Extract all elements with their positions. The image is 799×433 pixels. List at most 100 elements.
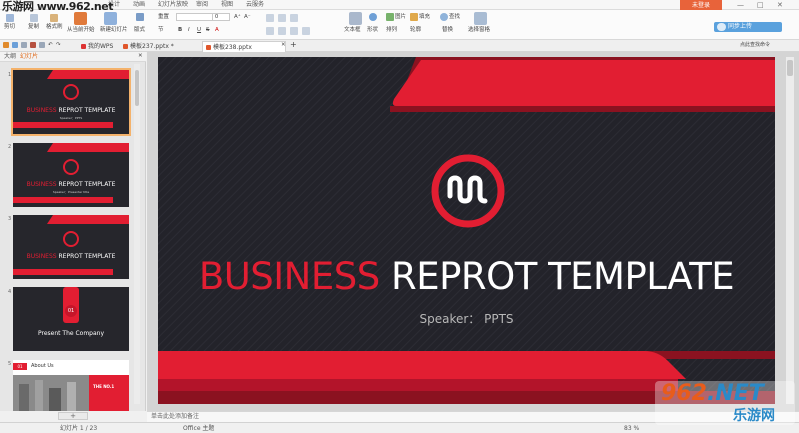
grow-font-icon[interactable]: A⁺	[234, 14, 241, 21]
close-tab-icon[interactable]: ✕	[281, 42, 286, 49]
thumb-number: 2	[8, 144, 12, 150]
thumb-3-title-red: BUSINESS	[26, 253, 57, 260]
sync-upload-button[interactable]: 同步上传	[714, 22, 782, 32]
selection-pane-icon[interactable]	[474, 12, 487, 25]
tab-my-wps-label: 我的WPS	[88, 43, 114, 50]
minimize-icon[interactable]: —	[737, 0, 744, 10]
cloud-icon	[717, 23, 726, 31]
site-watermark: 乐游网 www.962.net	[2, 0, 113, 13]
font-color-button[interactable]: A	[215, 27, 219, 34]
tab-my-wps[interactable]: 我的WPS	[78, 41, 113, 52]
strike-button[interactable]: S	[206, 27, 210, 34]
thumbnail-scrollbar[interactable]	[134, 64, 140, 404]
redo-icon[interactable]: ↷	[56, 42, 61, 49]
ribbon-toolbar: 剪切 复制 格式刷 从当前开始 新建幻灯片 版式 重置 节 0 A⁺ A⁻ B …	[0, 10, 799, 40]
watermark-logo-top: 962.NET	[661, 381, 764, 406]
thumbnail-scroll-thumb[interactable]	[135, 70, 139, 106]
thumb-3-graphic	[13, 215, 129, 275]
pptx-icon	[206, 45, 211, 50]
new-slide-label[interactable]: 新建幻灯片	[100, 27, 128, 34]
command-search-hint[interactable]: 点此查找命令	[740, 42, 770, 49]
export-pdf-icon[interactable]	[30, 42, 36, 48]
thumb-2-title-white: REPROT TEMPLATE	[58, 181, 116, 188]
menu-bar: 乐游网 www.962.net 设计 动画 幻灯片放映 审阅 视图 云服务 未登…	[0, 0, 799, 13]
slide-thumb-1[interactable]: BUSINESS REPROT TEMPLATE Speaker：PPTS	[11, 68, 131, 136]
zoom-level[interactable]: 83 %	[624, 424, 639, 433]
slide-thumb-3[interactable]: BUSINESS REPROT TEMPLATE	[13, 215, 129, 279]
open-file-icon[interactable]	[3, 42, 9, 48]
shapes-label[interactable]: 形状	[367, 27, 378, 34]
tab-doc-238[interactable]: 模板238.pptx	[202, 41, 286, 52]
align-center-icon[interactable]	[278, 27, 286, 35]
fill-icon[interactable]	[410, 13, 418, 21]
thumb-1-title: BUSINESS REPROT TEMPLATE	[13, 107, 129, 114]
tab-outline[interactable]: 大纲	[4, 53, 16, 61]
textbox-icon[interactable]	[349, 12, 362, 25]
line-spacing-icon[interactable]	[302, 27, 310, 35]
close-panel-icon[interactable]: ✕	[138, 53, 143, 60]
picture-label[interactable]: 图片	[395, 14, 406, 21]
theme-name: Office 主题	[183, 425, 215, 432]
cut-icon[interactable]	[6, 14, 14, 22]
numbering-icon[interactable]	[278, 14, 286, 22]
tab-doc-237[interactable]: 模板237.pptx *	[120, 41, 200, 52]
bullets-icon[interactable]	[266, 14, 274, 22]
align-left-icon[interactable]	[266, 27, 274, 35]
layout-icon[interactable]	[136, 13, 144, 21]
underline-button[interactable]: U	[197, 27, 201, 34]
textbox-label[interactable]: 文本框	[344, 27, 361, 34]
outline-label[interactable]: 轮廓	[410, 27, 421, 34]
watermark-962: 962	[661, 381, 707, 406]
canvas-scrollbar[interactable]	[786, 57, 794, 404]
thumb-1-title-red: BUSINESS	[26, 107, 57, 114]
slide-thumb-5[interactable]: 01 About Us THE NO.1	[13, 360, 129, 411]
selection-pane-label[interactable]: 选择窗格	[468, 27, 490, 34]
picture-icon[interactable]	[386, 13, 394, 21]
close-icon[interactable]: ✕	[777, 0, 783, 10]
layout-label[interactable]: 版式	[134, 27, 145, 34]
slide-title[interactable]: BUSINESS REPROT TEMPLATE	[158, 255, 775, 298]
menu-review[interactable]: 审阅	[196, 1, 208, 9]
shapes-icon[interactable]	[369, 13, 377, 21]
menu-slideshow[interactable]: 幻灯片放映	[158, 1, 188, 9]
arrange-label[interactable]: 排列	[386, 27, 397, 34]
thumb-number: 5	[8, 361, 12, 367]
indent-icon[interactable]	[290, 14, 298, 22]
slide-thumb-4[interactable]: 01 Present The Company	[13, 287, 129, 351]
shrink-font-icon[interactable]: A⁻	[244, 14, 251, 21]
slide-graphic	[158, 57, 775, 404]
replace-label[interactable]: 替换	[442, 27, 453, 34]
slide-thumb-2[interactable]: BUSINESS REPROT TEMPLATE Speaker：Present…	[13, 143, 129, 207]
thumb-4-label: Present The Company	[37, 330, 105, 337]
sync-upload-label: 同步上传	[728, 23, 753, 30]
fill-label[interactable]: 填充	[419, 14, 430, 21]
copy-label: 复制	[28, 24, 40, 30]
menu-animation[interactable]: 动画	[133, 1, 145, 9]
play-from-current-label[interactable]: 从当前开始	[67, 27, 95, 34]
slide-speaker[interactable]: Speaker： PPTS	[158, 310, 775, 327]
font-size-select[interactable]: 0	[212, 13, 230, 21]
canvas-scroll-thumb[interactable]	[787, 60, 793, 76]
find-label[interactable]: 查找	[449, 14, 460, 21]
maximize-icon[interactable]: □	[757, 0, 764, 10]
current-slide[interactable]: BUSINESS REPROT TEMPLATE Speaker： PPTS	[158, 57, 775, 404]
format-painter-icon[interactable]	[50, 14, 58, 22]
copy-icon[interactable]	[30, 14, 38, 22]
save-icon[interactable]	[12, 42, 18, 48]
menu-cloud[interactable]: 云服务	[246, 1, 264, 9]
italic-button[interactable]: I	[188, 27, 190, 34]
align-right-icon[interactable]	[290, 27, 298, 35]
tab-slides[interactable]: 幻灯片	[20, 53, 38, 61]
bold-button[interactable]: B	[178, 27, 182, 34]
menu-view[interactable]: 视图	[221, 1, 233, 9]
undo-icon[interactable]: ↶	[48, 42, 53, 49]
find-icon[interactable]	[440, 13, 448, 21]
reset-label[interactable]: 重置	[158, 14, 169, 21]
preview-icon[interactable]	[39, 42, 45, 48]
thumb-1-title-white: REPROT TEMPLATE	[58, 107, 116, 114]
section-label[interactable]: 节	[158, 27, 164, 34]
tab-doc-238-label: 模板238.pptx	[213, 44, 252, 51]
new-tab-button[interactable]: +	[290, 41, 297, 49]
add-slide-button[interactable]: +	[58, 412, 88, 420]
print-icon[interactable]	[21, 42, 27, 48]
